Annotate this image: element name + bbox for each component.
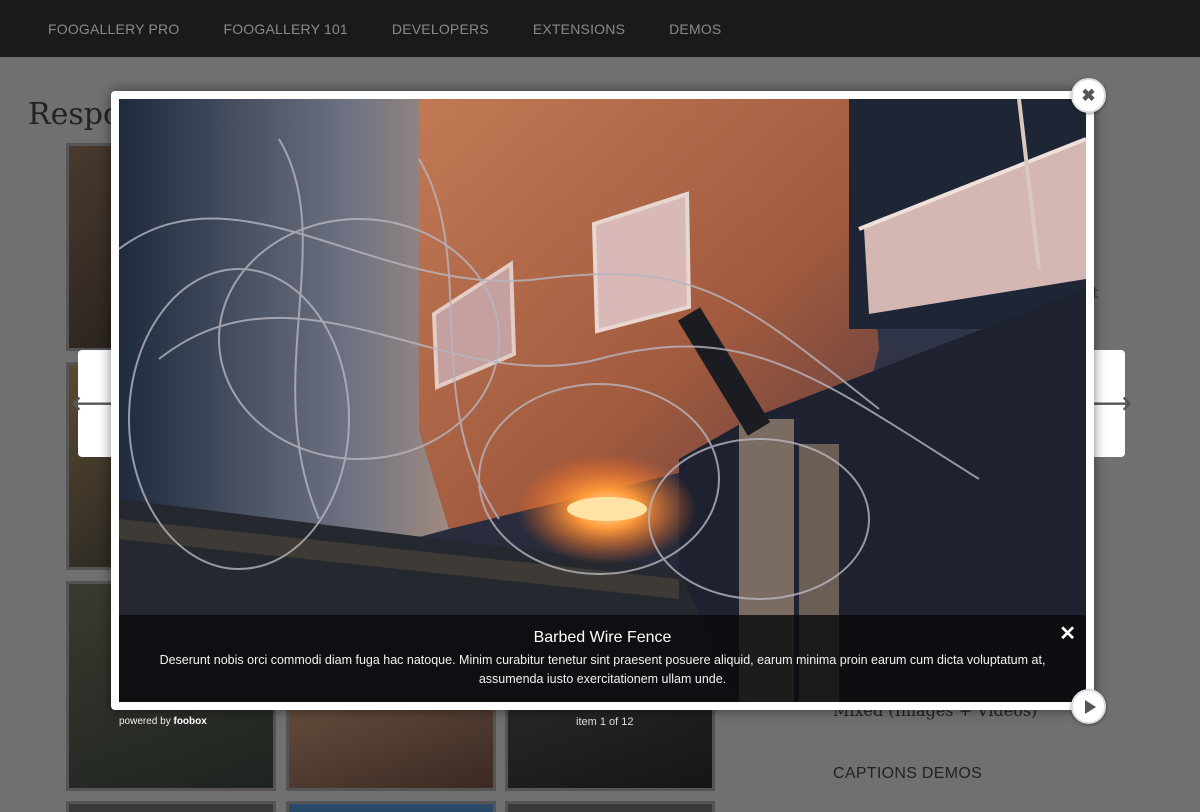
item-counter: item 1 of 12 [576,716,634,728]
caption-title: Barbed Wire Fence [533,629,672,646]
nav-item-extensions[interactable]: EXTENSIONS [533,21,625,37]
gallery-thumbnail[interactable] [505,801,715,812]
gallery-thumbnail[interactable] [286,801,496,812]
nav-item-demos[interactable]: DEMOS [669,21,721,37]
close-button[interactable]: ✖ [1071,78,1106,113]
powered-by: powered by foobox [119,716,207,727]
top-nav: FOOGALLERY PRO FOOGALLERY 101 DEVELOPERS… [0,0,1200,57]
lightbox-modal: ✕ Barbed Wire Fence Deserunt nobis orci … [111,91,1094,710]
nav-item-foogallery-pro[interactable]: FOOGALLERY PRO [48,21,179,37]
slideshow-play-button[interactable] [1071,689,1106,724]
gallery-thumbnail[interactable] [66,801,276,812]
lightbox-image: ✕ Barbed Wire Fence Deserunt nobis orci … [119,99,1086,702]
barbed-wire-photo [119,99,1086,702]
nav-item-foogallery-101[interactable]: FOOGALLERY 101 [223,21,347,37]
powered-by-prefix: powered by [119,716,174,727]
nav-item-developers[interactable]: DEVELOPERS [392,21,489,37]
gallery-thumbnail[interactable] [66,143,116,351]
sidebar-heading-captions-demos: CAPTIONS DEMOS [833,765,983,782]
caption-description: Deserunt nobis orci commodi diam fuga ha… [159,653,1046,686]
caption-close-icon[interactable]: ✕ [1059,621,1076,646]
page-title: Respo [28,97,122,132]
caption-panel: ✕ Barbed Wire Fence Deserunt nobis orci … [119,615,1086,702]
powered-by-brand[interactable]: foobox [173,716,206,727]
close-icon: ✖ [1081,85,1096,105]
play-icon [1084,699,1096,714]
